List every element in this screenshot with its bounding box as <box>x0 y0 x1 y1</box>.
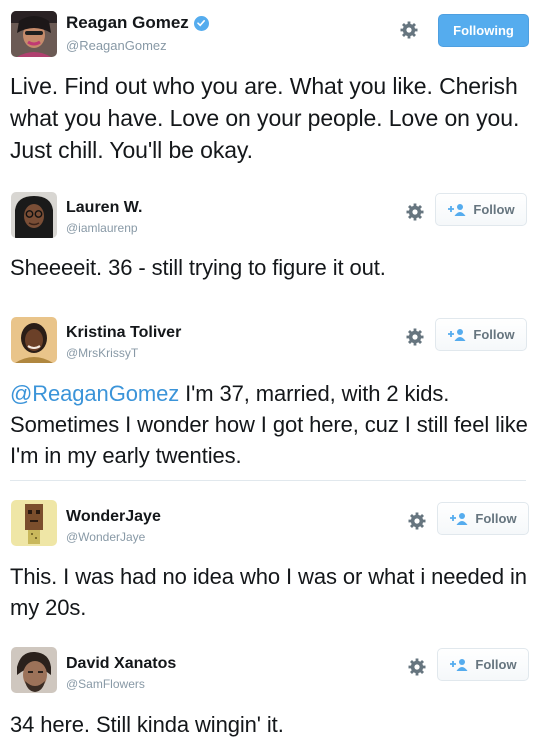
tweet-text: Live. Find out who you are. What you lik… <box>10 73 520 163</box>
follow-button[interactable]: Follow <box>435 193 527 226</box>
user-handle[interactable]: @ReaganGomez <box>66 38 167 53</box>
tweet-wonderjaye: WonderJaye @WonderJaye Follow This. I wa… <box>0 490 536 630</box>
display-name[interactable]: WonderJaye <box>66 508 161 526</box>
tweet-text: @ReaganGomez I'm 37, married, with 2 kid… <box>10 378 528 471</box>
tweet-text: Sheeeeit. 36 - still trying to figure it… <box>10 255 386 280</box>
follow-button[interactable]: Follow <box>437 648 529 681</box>
user-handle[interactable]: @iamlaurenp <box>66 221 138 235</box>
follow-button-label: Follow <box>475 657 517 672</box>
follow-button-label: Follow <box>473 327 515 342</box>
follow-person-plus-icon <box>447 328 467 342</box>
mention-link[interactable]: @ReaganGomez <box>10 381 179 406</box>
display-name[interactable]: David Xanatos <box>66 655 176 673</box>
divider <box>10 480 526 481</box>
avatar[interactable] <box>11 647 57 693</box>
display-name[interactable]: Reagan Gomez <box>66 13 189 33</box>
user-handle[interactable]: @WonderJaye <box>66 530 145 544</box>
gear-icon[interactable] <box>407 657 427 677</box>
follow-button-label: Follow <box>473 202 515 217</box>
tweet-feed: Reagan Gomez @ReaganGomez Following Live… <box>0 0 536 752</box>
user-handle[interactable]: @MrsKrissyT <box>66 346 138 360</box>
verified-badge-icon <box>193 15 209 31</box>
avatar[interactable] <box>11 192 57 238</box>
display-name[interactable]: Kristina Toliver <box>66 324 181 342</box>
gear-icon[interactable] <box>405 327 425 347</box>
gear-icon[interactable] <box>405 202 425 222</box>
follow-person-plus-icon <box>449 512 469 526</box>
follow-button-label: Follow <box>475 511 517 526</box>
avatar[interactable] <box>11 317 57 363</box>
tweet-kristina-toliver: Kristina Toliver @MrsKrissyT Follow @Rea… <box>0 305 536 480</box>
following-button-label: Following <box>453 23 514 38</box>
tweet-text: 34 here. Still kinda wingin' it. <box>10 712 284 737</box>
follow-person-plus-icon <box>447 203 467 217</box>
tweet-text: This. I was had no idea who I was or wha… <box>10 564 527 620</box>
display-name[interactable]: Lauren W. <box>66 199 142 217</box>
following-button[interactable]: Following <box>438 14 529 47</box>
user-handle[interactable]: @SamFlowers <box>66 677 145 691</box>
gear-icon[interactable] <box>407 511 427 531</box>
tweet-david-xanatos: David Xanatos @SamFlowers Follow 34 here… <box>0 637 536 752</box>
follow-button[interactable]: Follow <box>437 502 529 535</box>
tweet-reagan-gomez: Reagan Gomez @ReaganGomez Following Live… <box>0 0 536 180</box>
follow-person-plus-icon <box>449 658 469 672</box>
avatar[interactable] <box>11 11 57 57</box>
avatar[interactable] <box>11 500 57 546</box>
tweet-lauren-w: Lauren W. @iamlaurenp Follow Sheeeeit. 3… <box>0 180 536 290</box>
gear-icon[interactable] <box>399 20 419 40</box>
follow-button[interactable]: Follow <box>435 318 527 351</box>
